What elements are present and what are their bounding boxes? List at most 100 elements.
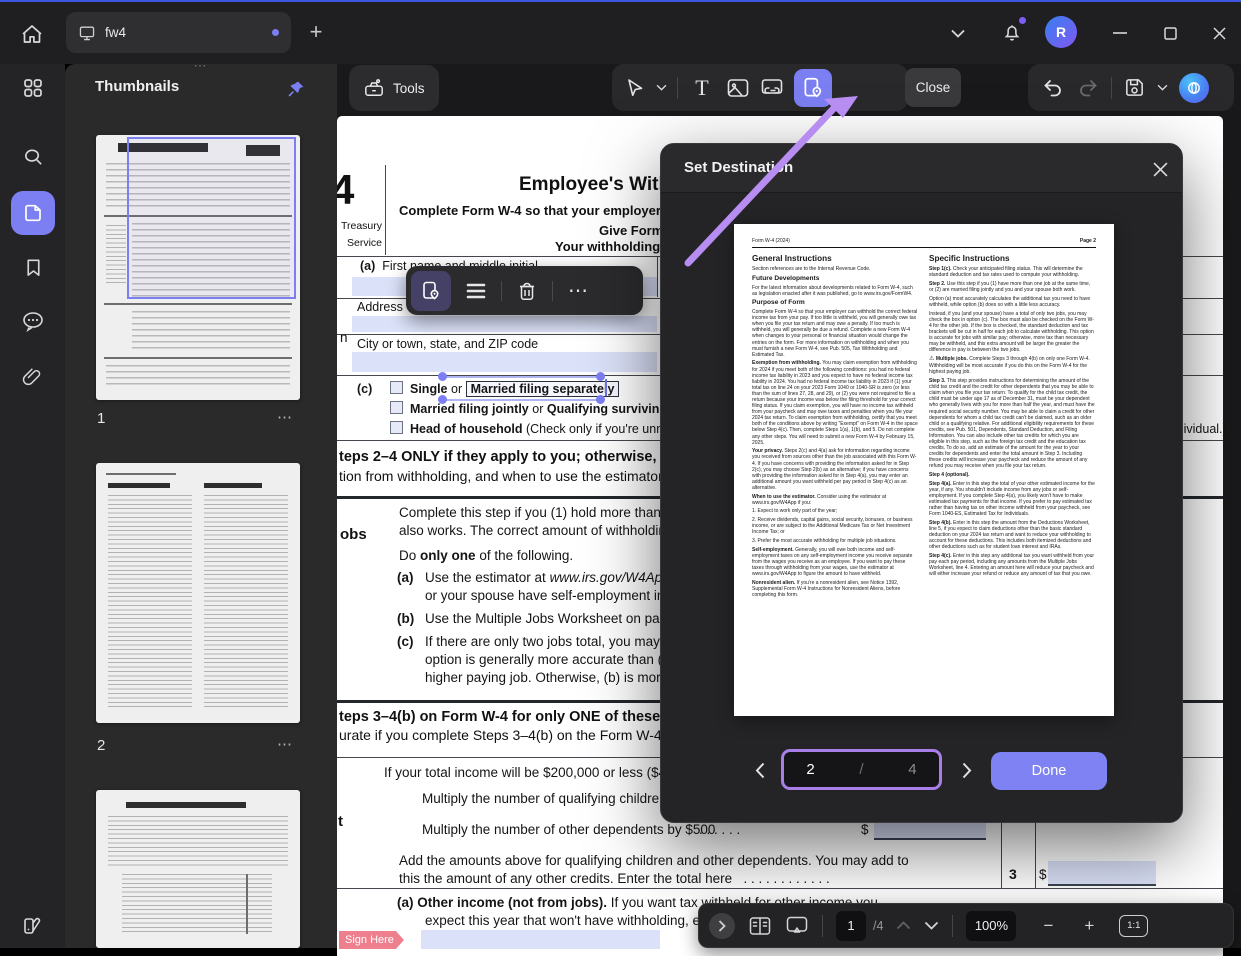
file-toolbar — [1028, 64, 1234, 111]
page-count-label: /4 — [873, 919, 883, 933]
current-page-input[interactable]: 1 — [836, 911, 866, 941]
selection-handle-bl[interactable] — [438, 395, 447, 404]
done-button[interactable]: Done — [991, 752, 1107, 790]
step-label-fragment-n: n — [340, 330, 348, 345]
more-options-icon[interactable]: ⋯ — [561, 274, 595, 308]
zoom-level-input[interactable]: 100% — [966, 911, 1016, 941]
destination-page-preview[interactable]: Form W-4 (2024) Page 2 General Instructi… — [734, 224, 1114, 716]
checkbox-head-household[interactable] — [390, 421, 403, 434]
document-tab[interactable]: fw4 — [66, 12, 291, 53]
destination-tool[interactable] — [794, 69, 832, 107]
bookmarks-button[interactable] — [11, 245, 55, 289]
checkbox-single[interactable] — [390, 381, 403, 394]
pin-panel-button[interactable] — [283, 76, 309, 102]
thumbnail-viewport-rect[interactable] — [127, 137, 296, 299]
multiply-dependents-line: Multiply the number of other dependents … — [422, 822, 715, 837]
home-icon — [25, 34, 40, 43]
save-dropdown[interactable] — [1157, 84, 1168, 91]
destination-page-input[interactable]: 2 / 4 — [781, 749, 942, 790]
tools-button[interactable]: Tools — [349, 65, 439, 111]
current-page-value[interactable]: 2 — [806, 761, 814, 778]
text-caret — [605, 379, 607, 396]
select-tool-dropdown[interactable] — [656, 84, 667, 91]
destination-pin-icon[interactable] — [411, 271, 451, 311]
dollar-sign-2: $ — [1039, 867, 1047, 882]
home-button[interactable] — [14, 16, 50, 52]
previous-page-button[interactable] — [749, 756, 771, 784]
toolbox-icon — [363, 78, 385, 98]
avatar[interactable]: R — [1045, 16, 1077, 48]
page-layout-button[interactable] — [748, 916, 772, 936]
chevron-down-icon — [924, 921, 939, 930]
modal-close-icon[interactable] — [1147, 156, 1173, 182]
address-input[interactable] — [352, 316, 657, 332]
filing-status-row-1: Single or Married filing separately — [410, 382, 619, 396]
thumbnail-page-1[interactable] — [96, 135, 300, 400]
actual-size-button[interactable]: 1:1 — [1119, 915, 1148, 937]
selection-handle-tl[interactable] — [438, 372, 447, 381]
thumbnails-button[interactable] — [11, 191, 55, 235]
reader-themes-button[interactable] — [11, 904, 55, 948]
zoom-in-button[interactable]: + — [1084, 916, 1094, 936]
selection-handle-br[interactable] — [596, 395, 605, 404]
edit-toolbar: T — [612, 64, 908, 111]
previous-page-button-bottom[interactable] — [896, 921, 911, 930]
trash-icon[interactable] — [510, 274, 544, 308]
notifications-button[interactable] — [997, 17, 1027, 47]
redo-button[interactable] — [1076, 77, 1100, 99]
ai-sparkle-icon — [1186, 80, 1202, 96]
city-input[interactable] — [352, 352, 657, 372]
c-label: (c) — [357, 382, 372, 396]
new-tab-button[interactable]: + — [300, 16, 332, 48]
attachments-button[interactable] — [11, 355, 55, 399]
notification-dot — [1019, 17, 1026, 24]
page-2-menu[interactable]: ⋯ — [277, 735, 293, 753]
add-amounts-line-2: this the amount of any other credits. En… — [399, 871, 830, 886]
pin-icon — [286, 79, 306, 99]
paperclip-icon — [22, 366, 44, 388]
expand-toolbar-button[interactable] — [709, 913, 735, 939]
window-close-button[interactable] — [1204, 18, 1234, 48]
page-1-label: 1 — [97, 410, 105, 427]
line-3-amount-input[interactable] — [1048, 861, 1156, 886]
apps-grid-button[interactable] — [11, 66, 55, 110]
tabs-dropdown-button[interactable] — [945, 20, 971, 46]
thumbnail-page-3[interactable] — [96, 790, 300, 948]
minimize-button[interactable] — [1105, 18, 1135, 48]
preview-form-id: Form W-4 (2024) — [752, 238, 790, 244]
signature-input[interactable] — [421, 930, 660, 949]
bookmark-icon — [23, 257, 44, 278]
option-a-label: (a) — [397, 570, 414, 585]
selected-destination-text[interactable]: Married filing separately — [466, 381, 620, 397]
zoom-out-button[interactable]: − — [1043, 916, 1053, 936]
leader-dots-1: . . . . . . — [699, 822, 740, 837]
undo-button[interactable] — [1041, 77, 1065, 99]
thumbnail-page-2[interactable] — [96, 463, 300, 723]
text-tool[interactable]: T — [688, 75, 716, 101]
select-tool[interactable] — [624, 77, 646, 99]
page-1-menu[interactable]: ⋯ — [277, 408, 293, 426]
ai-assistant-button[interactable] — [1179, 73, 1209, 103]
presentation-button[interactable] — [785, 915, 809, 936]
floating-toolbar: ⋯ — [406, 266, 643, 315]
next-page-button[interactable] — [956, 756, 978, 784]
search-button[interactable] — [11, 135, 55, 179]
image-tool[interactable] — [726, 77, 750, 99]
link-tool[interactable] — [760, 77, 784, 99]
sign-here-tag[interactable]: Sign Here — [339, 931, 404, 949]
panel-drag-handle[interactable]: ⋯ — [188, 58, 214, 74]
list-icon[interactable] — [459, 274, 493, 308]
comments-button[interactable] — [11, 299, 55, 343]
add-amounts-line-1: Add the amounts above for qualifying chi… — [399, 853, 909, 868]
monitor-icon — [78, 25, 96, 41]
maximize-button[interactable] — [1155, 18, 1185, 48]
next-page-button-bottom[interactable] — [924, 921, 939, 930]
unsaved-dot — [272, 29, 279, 36]
bottom-toolbar: 1 /4 100% − + 1:1 — [698, 903, 1234, 948]
save-button[interactable] — [1123, 76, 1146, 99]
checkbox-married-jointly[interactable] — [390, 401, 403, 414]
presentation-icon — [785, 915, 809, 936]
close-tool-button[interactable]: Close — [905, 68, 961, 107]
option-b-label: (b) — [397, 611, 414, 626]
selection-handle-tr[interactable] — [596, 372, 605, 381]
